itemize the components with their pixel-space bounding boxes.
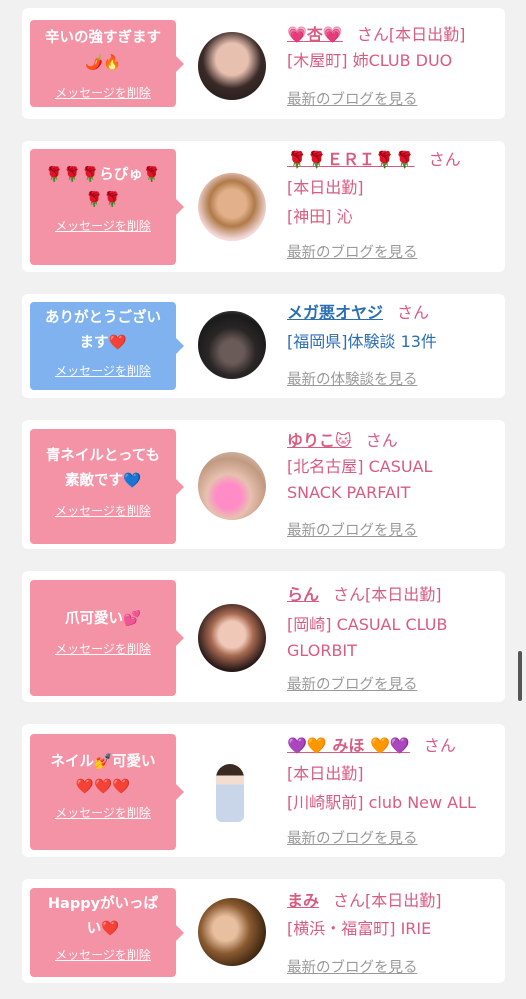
message-card: ネイル💅可愛い ❤️❤️❤️ メッセージを削除 💜🧡 みほ 🧡💜 さん [本日出勤… <box>22 724 505 857</box>
honorific: さん <box>365 431 398 450</box>
message-card: 辛いの強すぎます 🌶️🔥 メッセージを削除 💗杏💗 さん[本日出勤] [木屋町] … <box>22 8 505 119</box>
delete-message-link[interactable]: メッセージを削除 <box>30 502 176 519</box>
profile-name[interactable]: らん <box>287 585 319 604</box>
shop-details: [本日出勤] [神田] 沁 <box>287 178 364 226</box>
message-text: Happyがいっぱ い❤️ <box>47 896 159 937</box>
message-text: 🌹🌹🌹らぴゅ🌹 🌹🌹 <box>45 167 161 208</box>
delete-message-link[interactable]: メッセージを削除 <box>30 640 176 657</box>
message-card: 爪可愛い💕 メッセージを削除 らん さん[本日出勤] [岡崎] CASUAL CL… <box>22 571 505 702</box>
avatar[interactable] <box>198 604 266 672</box>
latest-blog-link[interactable]: 最新のブログを見る <box>287 956 418 977</box>
shop-details: [福岡県]体験談 13件 <box>287 332 437 351</box>
profile-info: ゆりこ🐱 さん [北名古屋] CASUAL SNACK PARFAIT <box>287 428 497 506</box>
honorific: さん <box>397 303 430 322</box>
message-card: ありがとうござい ます❤️ メッセージを削除 メガ悪オヤジ さん [福岡県]体験談… <box>22 294 505 398</box>
profile-name[interactable]: まみ <box>287 891 319 910</box>
shop-details: [木屋町] 姉CLUB DUO <box>287 51 453 70</box>
profile-info: メガ悪オヤジ さん [福岡県]体験談 13件 <box>287 300 497 358</box>
avatar[interactable] <box>198 898 266 966</box>
avatar[interactable] <box>198 758 266 826</box>
profile-name[interactable]: ゆりこ🐱 <box>287 431 352 450</box>
message-bubble: 🌹🌹🌹らぴゅ🌹 🌹🌹 メッセージを削除 <box>30 149 184 265</box>
profile-info: まみ さん[本日出勤] [横浜・福富町] IRIE <box>287 888 497 944</box>
delete-message-link[interactable]: メッセージを削除 <box>30 217 176 234</box>
profile-name[interactable]: メガ悪オヤジ <box>287 303 383 322</box>
delete-message-link[interactable]: メッセージを削除 <box>30 362 176 379</box>
message-bubble: 爪可愛い💕 メッセージを削除 <box>30 580 184 696</box>
profile-name[interactable]: 💗杏💗 <box>287 25 343 44</box>
message-card: 🌹🌹🌹らぴゅ🌹 🌹🌹 メッセージを削除 🌹🌹ＥＲＩ🌹🌹 さん [本日出勤] [神田… <box>22 141 505 272</box>
honorific: さん <box>428 150 461 169</box>
message-card: 青ネイルとっても 素敵です💙 メッセージを削除 ゆりこ🐱 さん [北名古屋] CA… <box>22 420 505 549</box>
latest-blog-link[interactable]: 最新のブログを見る <box>287 673 418 694</box>
honorific: さん <box>423 736 456 755</box>
delete-message-link[interactable]: メッセージを削除 <box>30 84 176 101</box>
message-bubble: 青ネイルとっても 素敵です💙 メッセージを削除 <box>30 429 184 544</box>
latest-blog-link[interactable]: 最新のブログを見る <box>287 519 418 540</box>
shop-details: [岡崎] CASUAL CLUB GLORBIT <box>287 615 448 660</box>
profile-photo-figure <box>216 764 244 822</box>
avatar[interactable] <box>198 452 266 520</box>
profile-name[interactable]: 💜🧡 みほ 🧡💜 <box>287 736 410 755</box>
shop-details: [本日出勤] [川崎駅前] club New ALL <box>287 764 476 812</box>
avatar[interactable] <box>198 311 266 379</box>
profile-info: 💗杏💗 さん[本日出勤] [木屋町] 姉CLUB DUO <box>287 22 497 74</box>
honorific: さん[本日出勤] <box>333 891 442 910</box>
latest-blog-link[interactable]: 最新のブログを見る <box>287 827 418 848</box>
shop-details: [横浜・福富町] IRIE <box>287 919 432 938</box>
honorific: さん[本日出勤] <box>356 25 466 44</box>
latest-blog-link[interactable]: 最新のブログを見る <box>287 241 418 262</box>
profile-info: 💜🧡 みほ 🧡💜 さん [本日出勤] [川崎駅前] club New ALL <box>287 733 497 817</box>
avatar[interactable] <box>198 173 266 241</box>
message-text: ネイル💅可愛い ❤️❤️❤️ <box>50 754 156 795</box>
message-bubble: ありがとうござい ます❤️ メッセージを削除 <box>30 302 184 390</box>
scrollbar[interactable] <box>518 651 522 701</box>
profile-name[interactable]: 🌹🌹ＥＲＩ🌹🌹 <box>287 150 415 169</box>
profile-info: 🌹🌹ＥＲＩ🌹🌹 さん [本日出勤] [神田] 沁 <box>287 147 497 231</box>
latest-review-link[interactable]: 最新の体験談を見る <box>287 368 418 389</box>
shop-details: [北名古屋] CASUAL SNACK PARFAIT <box>287 457 433 502</box>
message-bubble: Happyがいっぱ い❤️ メッセージを削除 <box>30 888 184 977</box>
message-text: 辛いの強すぎます 🌶️🔥 <box>45 30 161 71</box>
delete-message-link[interactable]: メッセージを削除 <box>30 804 176 821</box>
message-text: ありがとうござい ます❤️ <box>45 310 161 351</box>
avatar[interactable] <box>198 32 266 100</box>
message-bubble: 辛いの強すぎます 🌶️🔥 メッセージを削除 <box>30 20 184 107</box>
profile-info: らん さん[本日出勤] [岡崎] CASUAL CLUB GLORBIT <box>287 582 497 664</box>
message-card: Happyがいっぱ い❤️ メッセージを削除 まみ さん[本日出勤] [横浜・福富… <box>22 879 505 983</box>
delete-message-link[interactable]: メッセージを削除 <box>30 946 176 963</box>
message-text: 青ネイルとっても 素敵です💙 <box>45 448 161 489</box>
message-text: 爪可愛い💕 <box>64 611 142 627</box>
latest-blog-link[interactable]: 最新のブログを見る <box>287 88 418 109</box>
message-bubble: ネイル💅可愛い ❤️❤️❤️ メッセージを削除 <box>30 734 184 850</box>
honorific: さん[本日出勤] <box>333 585 442 604</box>
